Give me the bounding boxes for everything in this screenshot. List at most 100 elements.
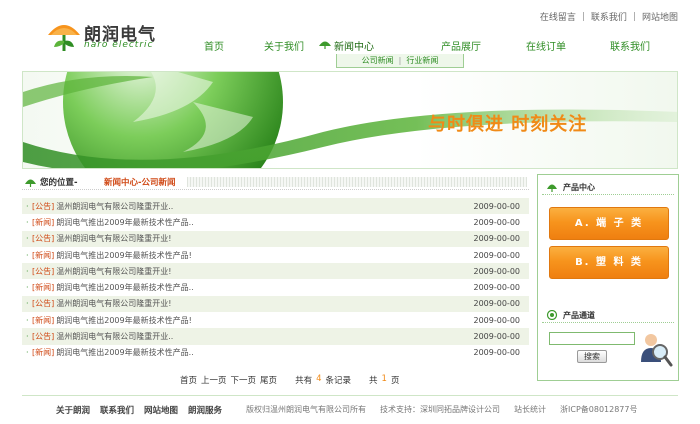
news-title-link[interactable]: 温州朗润电气有限公司隆重开业! — [56, 266, 171, 277]
nav-item-news-label: 新闻中心 — [334, 42, 374, 53]
sidebar-channel-title: 产品通道 — [563, 311, 595, 320]
sidebar: 产品中心 A. 端 子 类 B. 塑 料 类 产品通道 搜索 — [537, 174, 679, 381]
news-category: [公告] — [32, 332, 55, 342]
bullet-icon: · — [26, 217, 29, 227]
footer-stats-link[interactable]: 站长统计 — [514, 404, 546, 415]
footer-link-contact[interactable]: 联系我们 — [100, 404, 134, 416]
news-date: 2009-00-00 — [473, 299, 521, 309]
brand-logo[interactable]: 朗润电气 naro electric — [46, 19, 166, 53]
nav-item-news[interactable]: 新闻中心 — [319, 38, 374, 53]
sidebar-products-header: 产品中心 — [542, 178, 674, 195]
news-category: [新闻] — [32, 250, 55, 260]
top-link-contact[interactable]: 联系我们 — [591, 10, 627, 23]
news-category: [新闻] — [32, 315, 55, 325]
news-date: 2009-00-00 — [473, 234, 521, 244]
nav-item-about[interactable]: 关于我们 — [264, 38, 304, 53]
leaf-icon — [547, 184, 557, 192]
nav-item-contact[interactable]: 联系我们 — [610, 38, 650, 53]
breadcrumb-label: 您的位置- — [40, 178, 78, 188]
news-title-link[interactable]: 朗润电气推出2009年最新技术性产品! — [56, 315, 192, 326]
news-row[interactable]: · [新闻] 朗润电气推出2009年最新技术性产品! 2009-00-00 — [22, 312, 529, 328]
footer-link-sitemap[interactable]: 网站地图 — [144, 404, 178, 416]
pages-prefix: 共 — [369, 376, 378, 386]
breadcrumb-path[interactable]: 新闻中心-公司新闻 — [104, 176, 176, 188]
bullet-icon: · — [26, 283, 29, 293]
total-suffix: 条记录 — [325, 376, 352, 386]
top-links: 在线留言 | 联系我们 | 网站地图 — [540, 10, 678, 24]
top-link-message[interactable]: 在线留言 — [540, 10, 576, 23]
news-title-link[interactable]: 朗润电气推出2009年最新技术性产品! — [56, 250, 192, 261]
nav-item-order[interactable]: 在线订单 — [526, 38, 566, 53]
footer-icp: 浙ICP备08012877号 — [560, 405, 638, 414]
product-terminal-button[interactable]: A. 端 子 类 — [549, 207, 669, 240]
news-date: 2009-00-00 — [473, 283, 521, 293]
hero-banner: 与时俱进 时刻关注 — [22, 71, 678, 169]
breadcrumb: 您的位置- 新闻中心-公司新闻 — [22, 174, 529, 190]
news-date: 2009-00-00 — [473, 266, 521, 276]
leaf-icon — [25, 179, 36, 187]
product-plastic-button[interactable]: B. 塑 料 类 — [549, 246, 669, 279]
news-category: [公告] — [32, 201, 55, 211]
news-title-link[interactable]: 温州朗润电气有限公司隆重开业! — [56, 233, 171, 244]
brand-name-en: naro electric — [84, 40, 154, 50]
news-row[interactable]: · [新闻] 朗润电气推出2009年最新技术性产品! 2009-00-00 — [22, 247, 529, 263]
news-list: · [公告] 温州朗润电气有限公司隆重开业.. 2009-00-00 · [新闻] 朗润电气… — [22, 198, 529, 361]
news-date: 2009-00-00 — [473, 332, 521, 342]
bullet-icon: · — [26, 299, 29, 309]
news-row[interactable]: · [新闻] 朗润电气推出2009年最新技术性产品.. 2009-00-00 — [22, 279, 529, 295]
news-title-link[interactable]: 朗润电气推出2009年最新技术性产品.. — [56, 347, 193, 358]
footer-support: 技术支持：深圳同拓品牌设计公司 — [380, 405, 500, 414]
news-row[interactable]: · [公告] 温州朗润电气有限公司隆重开业.. 2009-00-00 — [22, 198, 529, 215]
bullet-icon: · — [26, 266, 29, 276]
footer-link-service[interactable]: 朗润服务 — [188, 404, 222, 416]
news-title-link[interactable]: 温州朗润电气有限公司隆重开业.. — [56, 201, 173, 212]
news-date: 2009-00-00 — [473, 315, 521, 325]
decorative-stripe — [187, 177, 527, 187]
footer-divider — [22, 395, 678, 396]
news-row[interactable]: · [公告] 温州朗润电气有限公司隆重开业! 2009-00-00 — [22, 230, 529, 247]
search-button[interactable]: 搜索 — [577, 350, 607, 363]
footer-copyright: 版权归温州朗润电气有限公司所有 — [246, 405, 366, 414]
target-icon — [546, 310, 558, 320]
news-date: 2009-00-00 — [473, 217, 521, 227]
news-category: [公告] — [32, 299, 55, 309]
news-title-link[interactable]: 朗润电气推出2009年最新技术性产品.. — [56, 217, 193, 228]
news-date: 2009-00-00 — [473, 348, 521, 358]
umbrella-leaf-logo-icon — [48, 25, 80, 51]
news-row[interactable]: · [新闻] 朗润电气推出2009年最新技术性产品.. 2009-00-00 — [22, 345, 529, 361]
news-row[interactable]: · [公告] 温州朗润电气有限公司隆重开业.. 2009-00-00 — [22, 328, 529, 345]
search-input[interactable] — [549, 332, 635, 345]
sidebar-products-title: 产品中心 — [563, 183, 595, 192]
sidebar-channel-header: 产品通道 — [542, 306, 674, 323]
separator: | — [632, 11, 636, 22]
news-title-link[interactable]: 朗润电气推出2009年最新技术性产品.. — [56, 282, 193, 293]
news-title-link[interactable]: 温州朗润电气有限公司隆重开业! — [56, 298, 171, 309]
bullet-icon: · — [26, 315, 29, 325]
bullet-icon: · — [26, 332, 29, 342]
news-category: [新闻] — [32, 348, 55, 358]
nav-item-home[interactable]: 首页 — [204, 38, 224, 53]
total-prefix: 共有 — [295, 376, 313, 386]
banner-slogan: 与时俱进 时刻关注 — [428, 114, 588, 135]
news-category: [新闻] — [32, 217, 55, 227]
bullet-icon: · — [26, 234, 29, 244]
total-count: 4 — [316, 374, 322, 384]
pages-suffix: 页 — [390, 376, 400, 386]
page-next-link[interactable]: 下一页 — [231, 374, 257, 386]
bullet-icon: · — [26, 250, 29, 260]
bullet-icon: · — [26, 201, 29, 211]
main-nav: 首页 关于我们 新闻中心 产品展厅 在线订单 联系我们 — [196, 38, 666, 53]
top-link-sitemap[interactable]: 网站地图 — [642, 10, 678, 23]
page-last-link[interactable]: 尾页 — [260, 374, 277, 386]
footer-link-about[interactable]: 关于朗润 — [56, 404, 90, 416]
nav-item-products[interactable]: 产品展厅 — [441, 38, 481, 53]
page-first-link[interactable]: 首页 — [180, 374, 197, 386]
news-row[interactable]: · [公告] 温州朗润电气有限公司隆重开业! 2009-00-00 — [22, 295, 529, 313]
subnav-company-news[interactable]: 公司新闻 — [362, 55, 394, 66]
page-prev-link[interactable]: 上一页 — [201, 374, 227, 386]
news-title-link[interactable]: 温州朗润电气有限公司隆重开业.. — [56, 331, 173, 342]
news-date: 2009-00-00 — [473, 250, 521, 260]
news-row[interactable]: · [新闻] 朗润电气推出2009年最新技术性产品.. 2009-00-00 — [22, 214, 529, 230]
news-row[interactable]: · [公告] 温州朗润电气有限公司隆重开业! 2009-00-00 — [22, 263, 529, 280]
subnav-industry-news[interactable]: 行业新闻 — [406, 55, 438, 66]
